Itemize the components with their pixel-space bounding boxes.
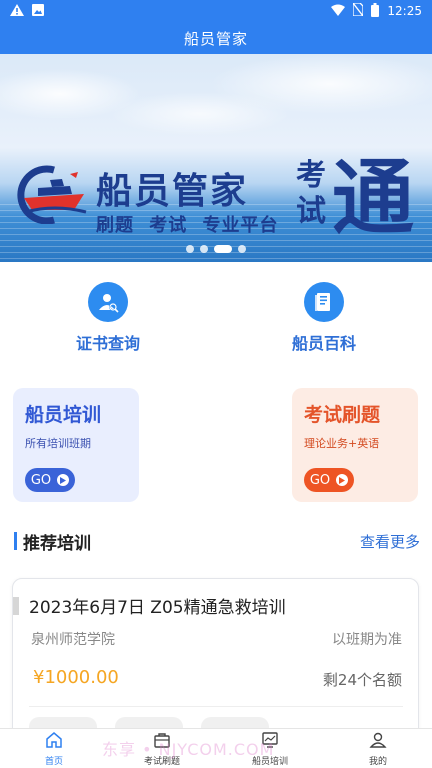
play-arrow-icon (57, 474, 70, 486)
banner-kaoshi-text: 考试 (296, 158, 326, 229)
section-title-text: 推荐培训 (23, 533, 91, 554)
crew-encyclopedia-link[interactable]: 船员百科 (292, 282, 356, 354)
chart-screen-icon (261, 731, 279, 753)
recommend-section: 推荐培训 查看更多 2023年6月7日 Z05精通急救培训 泉州师范学院 以班期… (0, 510, 432, 748)
quick-links: 证书查询 船员百科 (0, 262, 432, 374)
training-go-button[interactable]: GO (25, 468, 75, 492)
card-subtitle: 理论业务+英语 (304, 437, 380, 450)
go-label: GO (30, 472, 52, 488)
tab-home[interactable]: 首页 (14, 731, 94, 767)
training-period: 以班期为准 (332, 632, 402, 648)
bottom-tab-bar: 首页 考试刷题 船员培训 我的 (0, 728, 432, 768)
card-title: 考试刷题 (304, 404, 381, 426)
briefcase-icon (153, 731, 171, 753)
title-marker (13, 597, 19, 615)
section-header: 推荐培训 查看更多 (14, 529, 420, 554)
exam-practice-card[interactable]: 考试刷题 理论业务+英语 GO (292, 388, 418, 502)
training-title: 2023年6月7日 Z05精通急救培训 (29, 598, 286, 618)
tab-label: 船员培训 (251, 756, 288, 767)
battery-icon (371, 2, 380, 20)
no-sim-icon (352, 2, 365, 19)
warning-icon (10, 3, 24, 19)
tab-label: 我的 (368, 756, 387, 767)
quick-link-label: 船员百科 (291, 334, 356, 353)
banner-carousel[interactable]: 船员管家 刷题 考试 专业平台 考试 通 (0, 54, 432, 262)
status-bar: 12:25 (0, 0, 432, 22)
certificate-query-link[interactable]: 证书查询 (76, 282, 140, 354)
banner-tong-text: 通 (332, 151, 415, 246)
encyclopedia-book-icon (303, 282, 344, 322)
training-quota: 剩24个名额 (322, 671, 402, 689)
tab-training[interactable]: 船员培训 (230, 731, 310, 767)
section-title: 推荐培训 (14, 529, 91, 554)
training-item-card[interactable]: 2023年6月7日 Z05精通急救培训 泉州师范学院 以班期为准 ¥1000.0… (12, 578, 419, 748)
carousel-dot[interactable] (186, 245, 194, 253)
feature-cards: 船员培训 所有培训班期 GO 考试刷题 理论业务+英语 GO (0, 374, 432, 510)
page-title: 船员管家 (183, 29, 248, 48)
quick-link-label: 证书查询 (75, 334, 140, 353)
card-title: 船员培训 (25, 404, 102, 426)
ship-logo-icon (14, 164, 92, 225)
card-subtitle: 所有培训班期 (25, 437, 91, 450)
certificate-search-icon (87, 282, 128, 322)
crew-training-card[interactable]: 船员培训 所有培训班期 GO (13, 388, 139, 502)
tab-label: 考试刷题 (143, 756, 180, 767)
carousel-indicator (0, 244, 432, 254)
tab-label: 首页 (44, 756, 63, 767)
divider (29, 706, 403, 707)
home-icon (45, 731, 63, 753)
section-accent-bar (14, 532, 17, 550)
training-organization: 泉州师范学院 (31, 632, 115, 648)
user-icon (369, 731, 387, 753)
banner-title: 船员管家 (96, 171, 249, 212)
tab-profile[interactable]: 我的 (338, 731, 418, 767)
status-time: 12:25 (387, 4, 422, 18)
carousel-dot-active[interactable] (214, 245, 232, 253)
view-more-link[interactable]: 查看更多 (360, 531, 420, 552)
app-header: 船员管家 (0, 22, 432, 54)
exam-go-button[interactable]: GO (304, 468, 354, 492)
banner-subtitle: 刷题 考试 专业平台 (96, 215, 279, 236)
carousel-dot[interactable] (200, 245, 208, 253)
play-arrow-icon (336, 474, 349, 486)
tab-exam[interactable]: 考试刷题 (122, 731, 202, 767)
training-price: ¥1000.00 (33, 667, 119, 688)
carousel-dot[interactable] (238, 245, 246, 253)
wifi-icon (331, 4, 346, 19)
image-icon (32, 3, 44, 19)
go-label: GO (309, 472, 331, 488)
